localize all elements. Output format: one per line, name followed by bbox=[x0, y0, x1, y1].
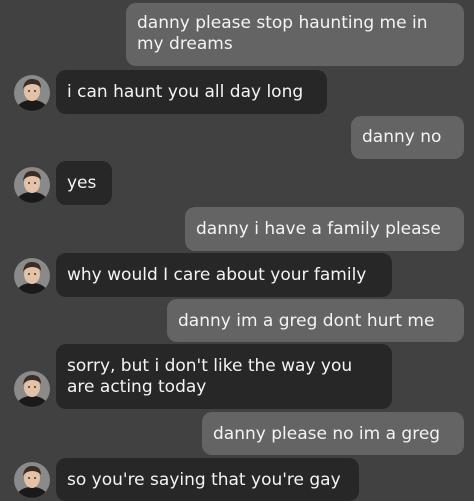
received-message[interactable]: so you're saying that you're gay bbox=[56, 458, 359, 501]
message-line: my dreams bbox=[137, 34, 233, 54]
message-line: i can haunt you all day long bbox=[67, 82, 304, 102]
received-message[interactable]: sorry, but i don't like the way you are … bbox=[56, 344, 392, 409]
received-message[interactable]: i can haunt you all day long bbox=[56, 70, 327, 114]
message-line: danny i have a family please bbox=[196, 219, 441, 239]
profile-photo-avatar-icon bbox=[14, 167, 50, 203]
chat-thread: danny please stop haunting me in my drea… bbox=[0, 0, 474, 501]
sent-message[interactable]: danny i have a family please bbox=[185, 207, 464, 251]
message-line: danny please no im a greg bbox=[213, 424, 441, 444]
sent-message[interactable]: danny please no im a greg bbox=[202, 412, 464, 455]
message-line: danny please stop haunting me in bbox=[137, 13, 428, 33]
profile-photo-avatar-icon bbox=[14, 371, 50, 407]
profile-photo-avatar-icon bbox=[14, 75, 50, 111]
avatar[interactable] bbox=[14, 167, 50, 203]
message-line: are acting today bbox=[67, 377, 207, 397]
message-line: sorry, but i don't like the way you bbox=[67, 356, 353, 376]
received-message[interactable]: why would I care about your family bbox=[56, 253, 392, 297]
profile-photo-avatar-icon bbox=[14, 462, 50, 498]
message-line: yes bbox=[67, 173, 97, 193]
message-line: so you're saying that you're gay bbox=[67, 470, 341, 490]
avatar[interactable] bbox=[14, 371, 50, 407]
sent-message[interactable]: danny please stop haunting me in my drea… bbox=[126, 3, 464, 66]
received-message[interactable]: yes bbox=[56, 161, 112, 205]
message-line: danny no bbox=[362, 127, 442, 147]
message-line: danny im a greg dont hurt me bbox=[178, 311, 435, 331]
avatar[interactable] bbox=[14, 75, 50, 111]
message-line: why would I care about your family bbox=[67, 265, 367, 285]
sent-message[interactable]: danny no bbox=[351, 116, 464, 159]
avatar[interactable] bbox=[14, 258, 50, 294]
profile-photo-avatar-icon bbox=[14, 258, 50, 294]
avatar[interactable] bbox=[14, 462, 50, 498]
sent-message[interactable]: danny im a greg dont hurt me bbox=[167, 299, 464, 342]
